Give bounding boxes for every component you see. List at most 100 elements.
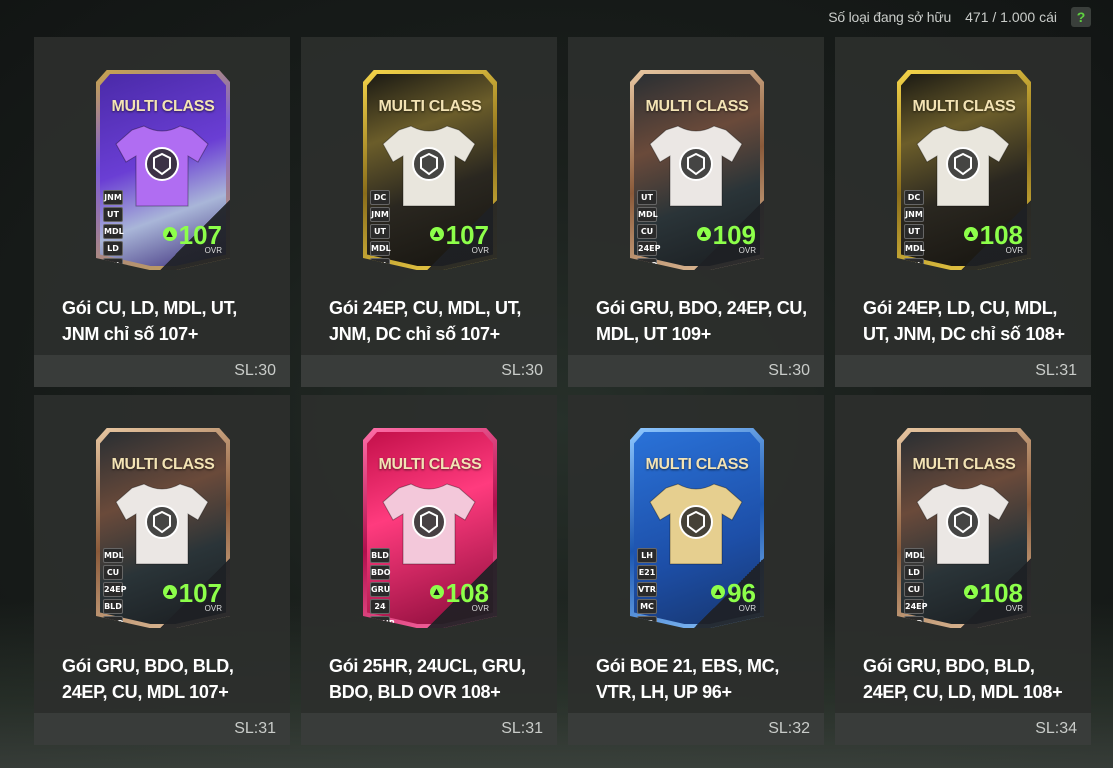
pack-card-image: MULTI CLASS BLD BDO GRU 24 25HR ▲ 108 OVR xyxy=(363,428,497,628)
ovr-rating: ▲ 108 OVR xyxy=(963,580,1023,613)
position-tag: 24EP xyxy=(904,599,927,614)
card-title: MULTI CLASS xyxy=(912,456,1016,473)
position-tag: BDO xyxy=(103,616,124,628)
position-tag: MDL xyxy=(370,241,391,256)
arrow-up-icon: ▲ xyxy=(162,227,177,242)
pack-name: Gói BOE 21, EBS, MC, VTR, LH, UP 96+ xyxy=(596,656,780,702)
position-tag: DC xyxy=(370,190,390,205)
pack-name: Gói 24EP, LD, CU, MDL, UT, JNM, DC chỉ s… xyxy=(863,298,1065,344)
position-tag: 24EP xyxy=(637,241,660,256)
pack-name: Gói 25HR, 24UCL, GRU, BDO, BLD OVR 108+ xyxy=(329,656,526,702)
position-tag: 25HR xyxy=(370,616,395,628)
pack-card-image: MULTI CLASS DCJNMUTMDLCU24EP ▲107 OVR xyxy=(363,70,497,270)
ovr-rating: ▲ 109 OVR xyxy=(696,222,756,255)
jersey-icon xyxy=(649,483,743,565)
position-tag: UT xyxy=(637,190,657,205)
ovr-rating: ▲ 96 OVR xyxy=(711,580,756,613)
pack-quantity-bar: SL:30 xyxy=(301,355,557,387)
position-tag: CU xyxy=(370,258,390,270)
pack-quantity: SL:30 xyxy=(234,362,276,379)
position-tag: JNM xyxy=(103,190,123,205)
pack-tile[interactable]: MULTI CLASS LHE21VTRMCUPEBS ▲96 OVR Gói … xyxy=(568,395,824,745)
pack-card-image: MULTI CLASS MDLCU24EPBLDBDOGRU ▲107 OVR xyxy=(96,428,230,628)
position-tags: MDLLDCU24EPBLDBDOGRU xyxy=(904,548,927,628)
pack-card-image: MULTI CLASS MDLLDCU24EPBLDBDOGRU ▲108 OV… xyxy=(897,428,1031,628)
jersey-icon xyxy=(916,125,1010,207)
pack-quantity-bar: SL:30 xyxy=(568,355,824,387)
position-tags: DCJNMUTMDLCULD24EP xyxy=(904,190,925,270)
pack-tile[interactable]: MULTI CLASS MDLCU24EPBLDBDOGRU ▲107 OVR … xyxy=(34,395,290,745)
pack-quantity-bar: SL:32 xyxy=(568,713,824,745)
pack-tile[interactable]: MULTI CLASS BLD BDO GRU 24 25HR ▲ 108 OVR Gói… xyxy=(301,395,557,745)
pack-quantity: SL:31 xyxy=(234,720,276,737)
card-title: MULTI CLASS xyxy=(378,456,482,473)
card-title: MULTI CLASS xyxy=(111,456,215,473)
pack-tile[interactable]: MULTI CLASS UTMDLCU24EPBDOGRU ▲109 OVR G… xyxy=(568,37,824,387)
position-tags: BLD BDO GRU 24 25HR xyxy=(370,548,395,628)
card-title: MULTI CLASS xyxy=(645,98,749,115)
position-tag: 24EP xyxy=(103,582,126,597)
jersey-icon xyxy=(649,125,743,207)
position-tag: MDL xyxy=(904,548,925,563)
ovr-rating: ▲ 107 OVR xyxy=(162,580,222,613)
position-tag: VTR xyxy=(637,582,657,597)
position-tag: BDO xyxy=(637,258,658,270)
pack-quantity-bar: SL:31 xyxy=(34,713,290,745)
position-tag: MDL xyxy=(103,548,124,563)
arrow-up-icon: ▲ xyxy=(162,585,177,600)
pack-tile[interactable]: MULTI CLASS JNM UT MDL LD CU ▲ 107 OVR Gói CU… xyxy=(34,37,290,387)
pack-name: Gói GRU, BDO, BLD, 24EP, CU, LD, MDL 108… xyxy=(863,656,1063,702)
arrow-up-icon: ▲ xyxy=(963,227,978,242)
jersey-icon xyxy=(115,125,209,207)
ovr-rating: ▲ 108 OVR xyxy=(963,222,1023,255)
help-icon[interactable]: ? xyxy=(1071,7,1091,27)
position-tag: JNM xyxy=(370,207,390,222)
pack-name: Gói GRU, BDO, BLD, 24EP, CU, MDL 107+ xyxy=(62,656,234,702)
position-tag: DC xyxy=(904,190,924,205)
pack-name: Gói 24EP, CU, MDL, UT, JNM, DC chỉ số 10… xyxy=(329,298,522,344)
pack-name: Gói CU, LD, MDL, UT, JNM chỉ số 107+ xyxy=(62,298,237,344)
inventory-counter: Số loại đang sở hữu 471 / 1.000 cái ? xyxy=(828,6,1091,28)
jersey-icon xyxy=(916,483,1010,565)
arrow-up-icon: ▲ xyxy=(711,585,726,600)
pack-quantity-bar: SL:30 xyxy=(34,355,290,387)
position-tag: UT xyxy=(103,207,123,222)
position-tag: JNM xyxy=(904,207,924,222)
position-tag: CU xyxy=(904,582,924,597)
position-tag: BDO xyxy=(370,565,391,580)
card-title: MULTI CLASS xyxy=(378,98,482,115)
position-tags: JNM UT MDL LD CU xyxy=(103,190,124,270)
pack-quantity-bar: SL:31 xyxy=(835,355,1091,387)
arrow-up-icon: ▲ xyxy=(429,585,444,600)
pack-name: Gói GRU, BDO, 24EP, CU, MDL, UT 109+ xyxy=(596,298,807,344)
pack-card-image: MULTI CLASS JNM UT MDL LD CU ▲ 107 OVR xyxy=(96,70,230,270)
pack-quantity: SL:32 xyxy=(768,720,810,737)
pack-tile[interactable]: MULTI CLASS DCJNMUTMDLCULD24EP ▲108 OVR … xyxy=(835,37,1091,387)
pack-quantity: SL:30 xyxy=(501,362,543,379)
position-tag: LH xyxy=(637,548,657,563)
position-tag: UT xyxy=(370,224,390,239)
position-tag: CU xyxy=(103,258,123,270)
position-tags: MDLCU24EPBLDBDOGRU xyxy=(103,548,126,628)
position-tag: UP xyxy=(637,616,657,628)
pack-quantity-bar: SL:34 xyxy=(835,713,1091,745)
position-tag: CU xyxy=(637,224,657,239)
pack-card-image: MULTI CLASS DCJNMUTMDLCULD24EP ▲108 OVR xyxy=(897,70,1031,270)
position-tag: MDL xyxy=(103,224,124,239)
position-tag: LD xyxy=(103,241,123,256)
position-tag: 24 xyxy=(370,599,390,614)
jersey-icon xyxy=(382,125,476,207)
arrow-up-icon: ▲ xyxy=(696,227,711,242)
pack-quantity: SL:31 xyxy=(1035,362,1077,379)
jersey-icon xyxy=(115,483,209,565)
position-tag: BLD xyxy=(370,548,390,563)
position-tag: UT xyxy=(904,224,924,239)
pack-tile[interactable]: MULTI CLASS DCJNMUTMDLCU24EP ▲107 OVR Gó… xyxy=(301,37,557,387)
position-tag: MC xyxy=(637,599,657,614)
pack-tile[interactable]: MULTI CLASS MDLLDCU24EPBLDBDOGRU ▲108 OV… xyxy=(835,395,1091,745)
position-tag: CU xyxy=(904,258,924,270)
card-title: MULTI CLASS xyxy=(912,98,1016,115)
position-tag: E21 xyxy=(637,565,657,580)
position-tags: DCJNMUTMDLCU24EP xyxy=(370,190,391,270)
card-title: MULTI CLASS xyxy=(111,98,215,115)
